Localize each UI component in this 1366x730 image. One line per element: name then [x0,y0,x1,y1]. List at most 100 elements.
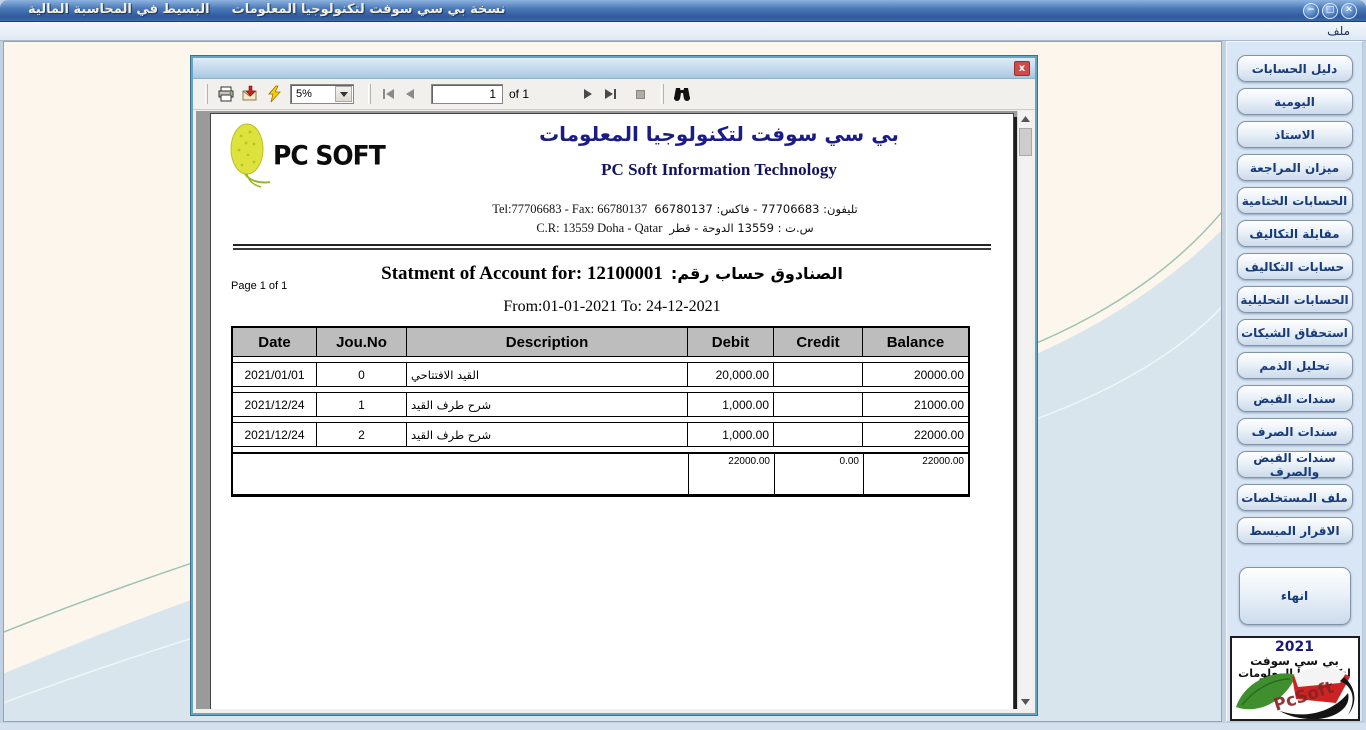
total-credit: 0.00 [774,454,863,494]
cell-credit [774,423,863,446]
registration-arabic: س.ت : 13559 الدوحة - قطر [669,221,813,236]
table-totals-row: 22000.00 0.00 22000.00 [233,452,968,494]
cell-debit: 1,000.00 [688,423,774,446]
sidebar-button-journal[interactable]: اليومية [1237,88,1353,115]
sidebar-button-receivables-analysis[interactable]: تحليل الذمم [1237,352,1353,379]
close-preview-button[interactable]: x [1014,61,1030,76]
cell-balance: 20000.00 [863,363,968,386]
cell-description: شرح طرف القيد [407,423,688,446]
sidebar-button-final-accounts[interactable]: الحسابات الختامية [1237,187,1353,214]
sidebar-button-simplified-declaration[interactable]: الاقرار المبسط [1237,517,1353,544]
app-window: البسيط في المحاسبة المالية نسخة بي سي سو… [0,0,1366,730]
toolbar-grip [205,84,208,104]
table-row: 2021/12/24 1 شرح طرف القيد 1,000.00 2100… [233,392,968,417]
contact-line-phone: Tel:77706683 - Fax: 66780137 تليفون: 777… [361,202,989,217]
export-icon [241,85,259,103]
sidebar-button-trial-balance[interactable]: ميزان المراجعة [1237,154,1353,181]
totals-spacer [407,454,688,494]
preview-content: PC SOFT بي سي سوفت لتكنولوجيا المعلومات … [196,111,1032,709]
table-header-row: Date Jou.No Description Debit Credit Bal… [233,328,968,357]
previous-page-button[interactable] [399,83,421,105]
last-page-button[interactable] [599,83,621,105]
zoom-select[interactable]: 5% [290,84,354,104]
sidebar-button-payment-vouchers[interactable]: سندات الصرف [1237,418,1353,445]
scroll-up-button[interactable] [1018,111,1032,126]
report-page-number: Page 1 of 1 [231,280,287,292]
app-title-secondary: نسخة بي سي سوفت لتكنولوجيا المعلومات [232,2,506,17]
export-button[interactable] [238,82,262,106]
toolbar-grip [661,84,664,104]
total-debit: 22000.00 [688,454,774,494]
phone-arabic: تليفون: 77706683 - فاكس: 66780137 [654,202,857,217]
app-title-primary: البسيط في المحاسبة المالية [28,2,210,17]
page-number-input[interactable] [431,84,503,104]
search-button[interactable] [670,82,694,106]
sidebar-button-extracts-file[interactable]: ملف المستخلصات [1237,484,1353,511]
cell-credit [774,363,863,386]
scroll-down-button[interactable] [1018,694,1032,709]
preview-titlebar[interactable]: x [193,58,1035,79]
sidebar-button-receipt-payment-vouchers[interactable]: سندات القبض والصرف [1237,451,1353,478]
first-page-icon [383,89,394,99]
scrollbar-thumb[interactable] [1019,128,1032,156]
status-strip [0,723,1366,730]
phone-english: Tel:77706683 - Fax: 66780137 [492,202,647,217]
account-statement-table: Date Jou.No Description Debit Credit Bal… [231,326,970,497]
cell-debit: 1,000.00 [688,393,774,416]
first-page-button[interactable] [377,83,399,105]
sidebar-button-receipt-vouchers[interactable]: سندات القبض [1237,385,1353,412]
company-name-arabic: بي سي سوفت لتكنولوجيا المعلومات [461,122,977,146]
cell-balance: 22000.00 [863,423,968,446]
sidebar-panel: دليل الحسابات اليومية الاستاذ ميزان المر… [1226,41,1363,722]
vertical-scrollbar[interactable] [1017,111,1032,709]
maximize-button[interactable]: □ [1322,3,1338,19]
page-of-label: of 1 [509,87,529,101]
totals-spacer [317,454,407,494]
sidebar-button-cost-accounts[interactable]: حسابات التكاليف [1237,253,1353,280]
report-date-range: From:01-01-2021 To: 24-12-2021 [301,298,923,316]
sidebar-button-ledger[interactable]: الاستاذ [1237,121,1353,148]
header-credit: Credit [774,328,863,356]
report-preview-window: x [191,56,1037,715]
main-canvas: x [3,41,1222,722]
report-page: PC SOFT بي سي سوفت لتكنولوجيا المعلومات … [210,113,1014,709]
logo-year: 2021 [1232,639,1358,655]
report-title-arabic: الصنادوق حساب رقم: [671,264,843,283]
cell-date: 2021/12/24 [233,393,317,416]
close-button[interactable]: ✕ [1341,3,1357,19]
app-titlebar[interactable]: البسيط في المحاسبة المالية نسخة بي سي سو… [0,0,1366,22]
cell-jou-no: 2 [317,423,407,446]
refresh-button[interactable] [262,82,286,106]
company-name-english: PC Soft Information Technology [461,160,977,180]
sidebar-button-cheques-due[interactable]: استحقاق الشيكات [1237,319,1353,346]
print-button[interactable] [214,82,238,106]
sidebar-button-chart-of-accounts[interactable]: دليل الحسابات [1237,55,1353,82]
header-jou-no: Jou.No [317,328,407,356]
report-logo-text: PC SOFT [273,139,385,170]
next-page-button[interactable] [577,83,599,105]
chevron-down-icon [1021,699,1030,705]
zoom-value: 5% [291,88,312,100]
preview-toolbar: 5% of 1 [193,79,1035,110]
zoom-dropdown-button[interactable] [335,86,352,102]
sidebar-button-analytical-accounts[interactable]: الحسابات التحليلية [1237,286,1353,313]
stop-icon [636,90,645,99]
printer-icon [217,85,235,103]
exit-button[interactable]: انهاء [1239,567,1351,625]
cell-credit [774,393,863,416]
sidebar-button-cost-matching[interactable]: مقابلة التكاليف [1237,220,1353,247]
contact-line-registration: C.R: 13559 Doha - Qatar س.ت : 13559 الدو… [361,221,989,236]
double-rule [233,244,991,250]
cell-jou-no: 0 [317,363,407,386]
stop-button[interactable] [629,83,651,105]
last-page-icon [605,89,616,99]
app-title: البسيط في المحاسبة المالية نسخة بي سي سو… [28,2,505,17]
sidebar-logo: PcSoft 2021 بي سي سوفت لتكنولوجيا المعلو… [1230,636,1360,721]
minimize-button[interactable]: − [1303,3,1319,19]
report-title: Statment of Account for: 12100001 الصناد… [301,263,923,285]
menu-file[interactable]: ملف [1327,24,1350,38]
header-description: Description [407,328,688,356]
binoculars-icon [673,86,691,102]
cell-description: القيد الافتتاحي [407,363,688,386]
table-row: 2021/12/24 2 شرح طرف القيد 1,000.00 2200… [233,422,968,447]
